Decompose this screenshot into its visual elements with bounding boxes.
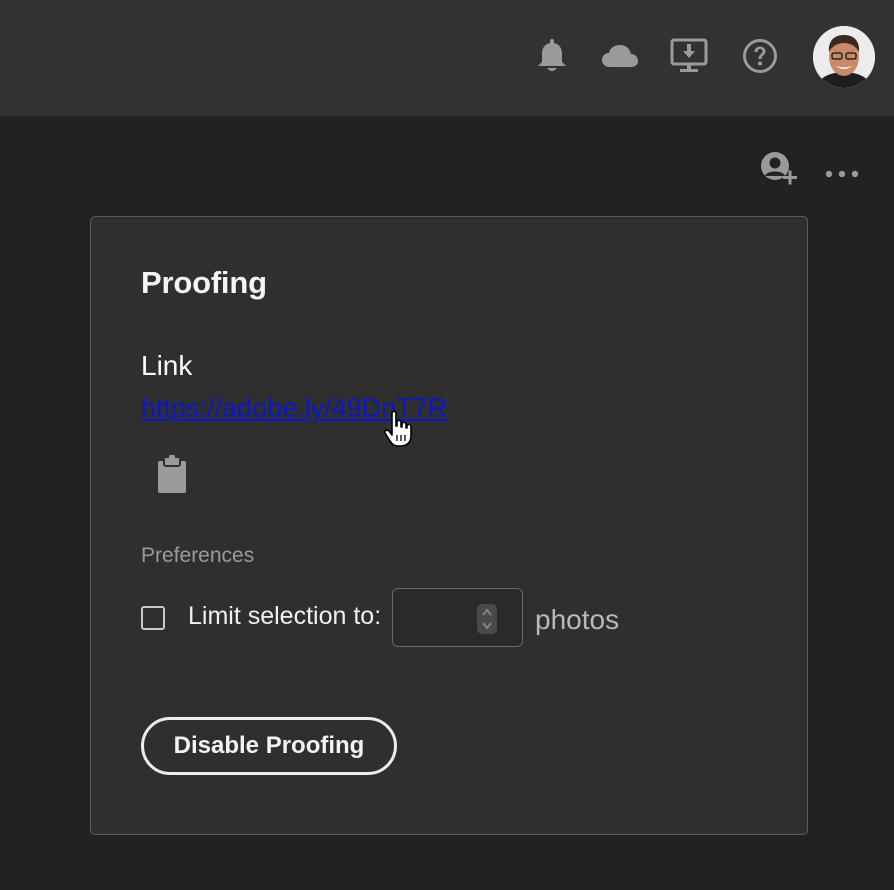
limit-selection-checkbox[interactable] (141, 606, 165, 630)
more-icon[interactable] (824, 164, 860, 184)
top-bar (0, 0, 894, 116)
stepper-spin-buttons[interactable] (477, 604, 497, 634)
download-display-icon[interactable] (669, 36, 709, 76)
panel-title: Proofing (141, 265, 267, 300)
photos-label: photos (535, 604, 620, 635)
preferences-label: Preferences (141, 544, 255, 567)
clipboard-icon[interactable] (155, 455, 189, 495)
disable-proofing-button[interactable]: Disable Proofing (141, 717, 397, 775)
bell-icon[interactable] (532, 36, 572, 76)
help-icon[interactable] (740, 36, 780, 76)
limit-selection-label: Limit selection to: (188, 602, 382, 630)
avatar[interactable] (813, 26, 875, 88)
add-person-icon[interactable] (757, 150, 799, 188)
limit-quantity-stepper[interactable] (392, 588, 523, 647)
cloud-icon[interactable] (600, 36, 640, 76)
proofing-panel: Proofing Link https://adobe.ly/49DnT7R P… (90, 216, 808, 835)
link-label: Link (141, 350, 193, 381)
hand-cursor-icon (384, 410, 414, 448)
